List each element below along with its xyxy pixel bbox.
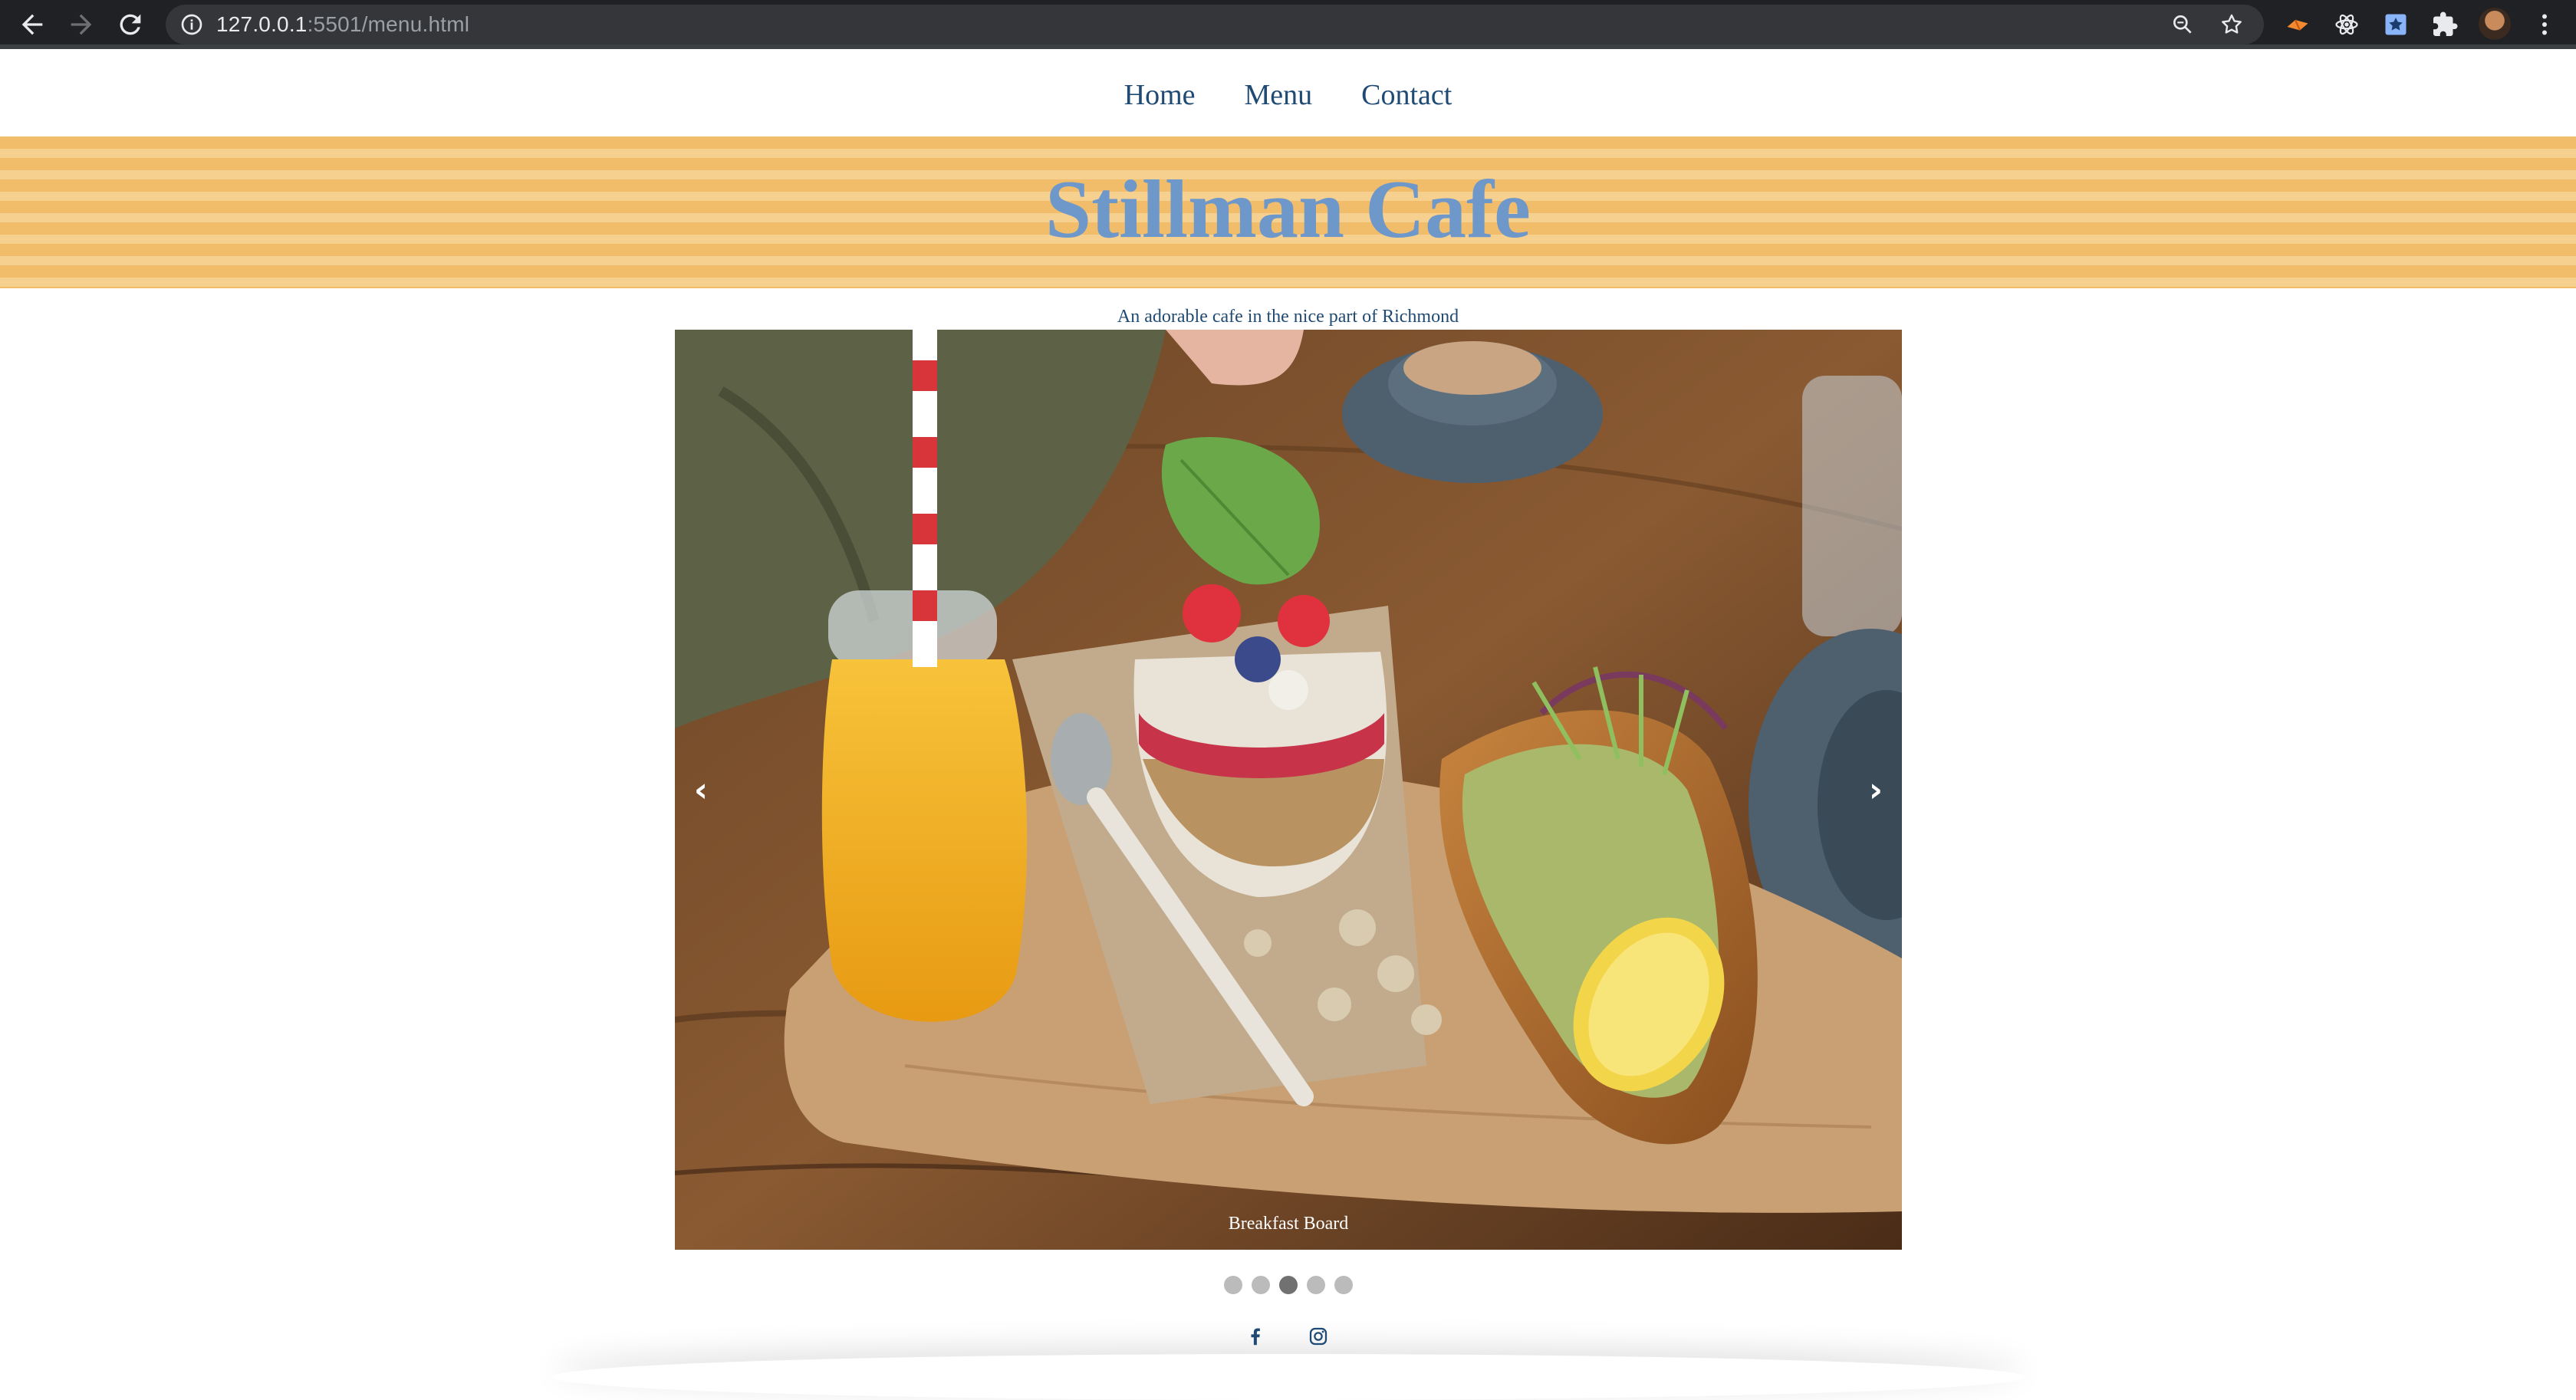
reload-icon[interactable]: [115, 9, 146, 40]
instagram-icon[interactable]: [1307, 1325, 1330, 1348]
extension-icon[interactable]: [2284, 11, 2311, 38]
facebook-icon[interactable]: [1244, 1325, 1267, 1348]
address-bar[interactable]: 127.0.0.1:5501/menu.html: [166, 5, 2264, 44]
nav-link-menu[interactable]: Menu: [1245, 78, 1313, 112]
nav-link-home[interactable]: Home: [1124, 78, 1196, 112]
react-devtools-icon[interactable]: [2333, 11, 2361, 38]
url-text: 127.0.0.1:5501/menu.html: [216, 13, 469, 36]
bookmark-star-icon[interactable]: [2219, 12, 2244, 37]
forward-arrow-icon[interactable]: [66, 9, 97, 40]
bookmark-extension-icon[interactable]: [2382, 11, 2410, 38]
site-title: Stillman Cafe: [1045, 164, 1531, 255]
slideshow: ‹ › Breakfast Board: [675, 330, 1902, 1250]
puzzle-icon[interactable]: [2431, 11, 2459, 38]
nav-link-contact[interactable]: Contact: [1361, 78, 1452, 112]
slide-dot-3[interactable]: [1278, 1276, 1298, 1294]
slide-dot-4[interactable]: [1306, 1276, 1325, 1294]
menu-kebab-icon[interactable]: [2531, 11, 2558, 38]
site-tagline: An adorable cafe in the nice part of Ric…: [1117, 307, 1459, 327]
avatar[interactable]: [2479, 8, 2511, 40]
browser-toolbar: 127.0.0.1:5501/menu.html: [0, 0, 2576, 49]
footer-shadow: [552, 1354, 2025, 1400]
slide-next-button[interactable]: ›: [1853, 759, 1899, 820]
zoom-icon[interactable]: [2170, 12, 2195, 37]
url-path: :5501/menu.html: [307, 12, 470, 36]
slide-dot-1[interactable]: [1223, 1276, 1242, 1294]
slide-dot-5[interactable]: [1334, 1276, 1353, 1294]
site-nav: Home Menu Contact: [0, 54, 2576, 136]
breakfast-board-photo: [675, 330, 1902, 1250]
url-host: 127.0.0.1: [216, 12, 308, 36]
slide-prev-button[interactable]: ‹: [678, 759, 724, 820]
slide-dot-2[interactable]: [1251, 1276, 1270, 1294]
slide-indicators: [0, 1276, 2576, 1294]
slide-caption: Breakfast Board: [1228, 1214, 1349, 1234]
info-icon[interactable]: [179, 12, 204, 37]
header-banner: Stillman Cafe: [0, 136, 2576, 288]
back-arrow-icon[interactable]: [17, 9, 48, 40]
